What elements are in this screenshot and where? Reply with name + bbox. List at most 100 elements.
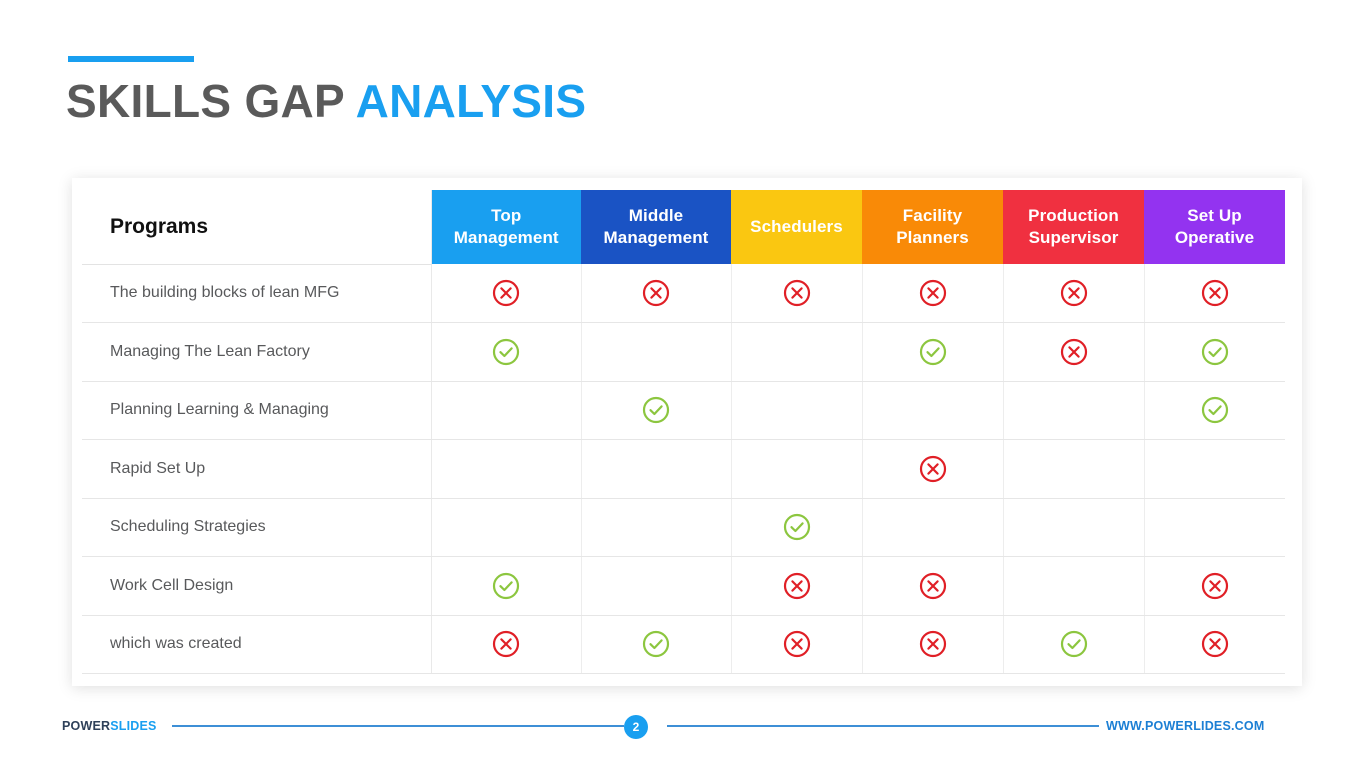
- empty-cell[interactable]: [862, 498, 1004, 557]
- cross-circle-icon-cell[interactable]: [731, 264, 863, 323]
- row-label: Managing The Lean Factory: [82, 322, 432, 382]
- check-circle-icon: [491, 337, 521, 367]
- column-header-line1: Set Up: [1187, 206, 1242, 225]
- cross-circle-icon-cell[interactable]: [1003, 264, 1145, 323]
- column-header-line2: Management: [453, 228, 559, 247]
- table-header-row: Programs Top Management Middle Managemen…: [82, 190, 1285, 265]
- empty-cell[interactable]: [731, 322, 863, 382]
- row-label: Planning Learning & Managing: [82, 381, 432, 440]
- website-label[interactable]: WWW.POWERLIDES.COM: [1106, 719, 1264, 733]
- column-header-line1: Top: [491, 206, 522, 225]
- empty-cell[interactable]: [581, 322, 732, 382]
- table-body: The building blocks of lean MFG Managing …: [82, 264, 1285, 674]
- column-header-set-up-operative[interactable]: Set Up Operative: [1144, 190, 1285, 264]
- cross-circle-icon: [491, 629, 521, 659]
- empty-cell[interactable]: [431, 498, 582, 557]
- cross-circle-icon: [918, 571, 948, 601]
- check-circle-icon: [1200, 337, 1230, 367]
- page-title: SKILLS GAP ANALYSIS: [66, 72, 586, 130]
- column-header-line1: Production: [1028, 206, 1119, 225]
- check-circle-icon: [641, 629, 671, 659]
- check-circle-icon-cell[interactable]: [1003, 615, 1145, 674]
- check-circle-icon: [918, 337, 948, 367]
- empty-cell[interactable]: [431, 381, 582, 440]
- column-header-middle-management[interactable]: Middle Management: [581, 190, 731, 264]
- cross-circle-icon-cell[interactable]: [862, 615, 1004, 674]
- table-card: Programs Top Management Middle Managemen…: [72, 178, 1302, 686]
- column-header-line2: Management: [603, 228, 709, 247]
- check-circle-icon-cell[interactable]: [1144, 381, 1285, 440]
- check-circle-icon-cell[interactable]: [431, 322, 582, 382]
- check-circle-icon-cell[interactable]: [581, 381, 732, 440]
- cross-circle-icon-cell[interactable]: [431, 264, 582, 323]
- empty-cell[interactable]: [1144, 498, 1285, 557]
- cross-circle-icon-cell[interactable]: [581, 264, 732, 323]
- empty-cell[interactable]: [581, 556, 732, 616]
- empty-cell[interactable]: [1003, 498, 1145, 557]
- brand-logo: POWERSLIDES: [62, 719, 157, 733]
- cross-circle-icon: [1200, 571, 1230, 601]
- empty-cell[interactable]: [581, 498, 732, 557]
- empty-cell[interactable]: [731, 381, 863, 440]
- cross-circle-icon: [1059, 337, 1089, 367]
- column-header-schedulers[interactable]: Schedulers: [731, 190, 862, 264]
- empty-cell[interactable]: [1003, 439, 1145, 499]
- cross-circle-icon: [1200, 278, 1230, 308]
- column-header-facility-planners[interactable]: Facility Planners: [862, 190, 1003, 264]
- check-circle-icon: [782, 512, 812, 542]
- footer-divider-right: [667, 725, 1099, 727]
- cross-circle-icon-cell[interactable]: [862, 439, 1004, 499]
- empty-cell[interactable]: [431, 439, 582, 499]
- table-row: The building blocks of lean MFG: [82, 264, 1285, 323]
- brand-part-2: SLIDES: [110, 719, 157, 733]
- cross-circle-icon-cell[interactable]: [862, 264, 1004, 323]
- column-header-line1: Facility: [902, 206, 963, 225]
- footer-divider-left: [172, 725, 624, 727]
- check-circle-icon: [641, 395, 671, 425]
- cross-circle-icon-cell[interactable]: [1144, 615, 1285, 674]
- empty-cell[interactable]: [862, 381, 1004, 440]
- page-number-badge: 2: [624, 715, 648, 739]
- column-header-line2: Operative: [1174, 228, 1255, 247]
- cross-circle-icon-cell[interactable]: [1144, 264, 1285, 323]
- cross-circle-icon-cell[interactable]: [731, 615, 863, 674]
- check-circle-icon-cell[interactable]: [862, 322, 1004, 382]
- check-circle-icon-cell[interactable]: [581, 615, 732, 674]
- empty-cell[interactable]: [1003, 556, 1145, 616]
- footer: POWERSLIDES 2 WWW.POWERLIDES.COM: [0, 712, 1365, 748]
- check-circle-icon-cell[interactable]: [1144, 322, 1285, 382]
- title-accent-rule: [68, 56, 194, 62]
- column-header-production-supervisor[interactable]: Production Supervisor: [1003, 190, 1144, 264]
- column-header-line1: Schedulers: [750, 217, 843, 236]
- table-row: which was created: [82, 615, 1285, 674]
- cross-circle-icon: [918, 629, 948, 659]
- table-row: Scheduling Strategies: [82, 498, 1285, 557]
- row-label: Work Cell Design: [82, 556, 432, 616]
- programs-corner-header: Programs: [82, 190, 432, 265]
- empty-cell[interactable]: [1144, 439, 1285, 499]
- cross-circle-icon-cell[interactable]: [862, 556, 1004, 616]
- cross-circle-icon: [782, 629, 812, 659]
- check-circle-icon-cell[interactable]: [731, 498, 863, 557]
- empty-cell[interactable]: [731, 439, 863, 499]
- column-header-top-management[interactable]: Top Management: [431, 190, 581, 264]
- table-row: Managing The Lean Factory: [82, 322, 1285, 382]
- cross-circle-icon-cell[interactable]: [431, 615, 582, 674]
- cross-circle-icon: [491, 278, 521, 308]
- slide: SKILLS GAP ANALYSIS Programs Top Managem…: [0, 0, 1365, 767]
- check-circle-icon: [1059, 629, 1089, 659]
- page-title-part-2: ANALYSIS: [355, 75, 587, 127]
- row-label: Scheduling Strategies: [82, 498, 432, 557]
- empty-cell[interactable]: [1003, 381, 1145, 440]
- cross-circle-icon-cell[interactable]: [1144, 556, 1285, 616]
- column-header-line1: Middle: [628, 206, 684, 225]
- cross-circle-icon-cell[interactable]: [731, 556, 863, 616]
- brand-part-1: POWER: [62, 719, 111, 733]
- cross-circle-icon-cell[interactable]: [1003, 322, 1145, 382]
- cross-circle-icon: [1200, 629, 1230, 659]
- row-label: which was created: [82, 615, 432, 674]
- check-circle-icon-cell[interactable]: [431, 556, 582, 616]
- cross-circle-icon: [918, 454, 948, 484]
- page-title-part-1: SKILLS GAP: [66, 75, 356, 127]
- empty-cell[interactable]: [581, 439, 732, 499]
